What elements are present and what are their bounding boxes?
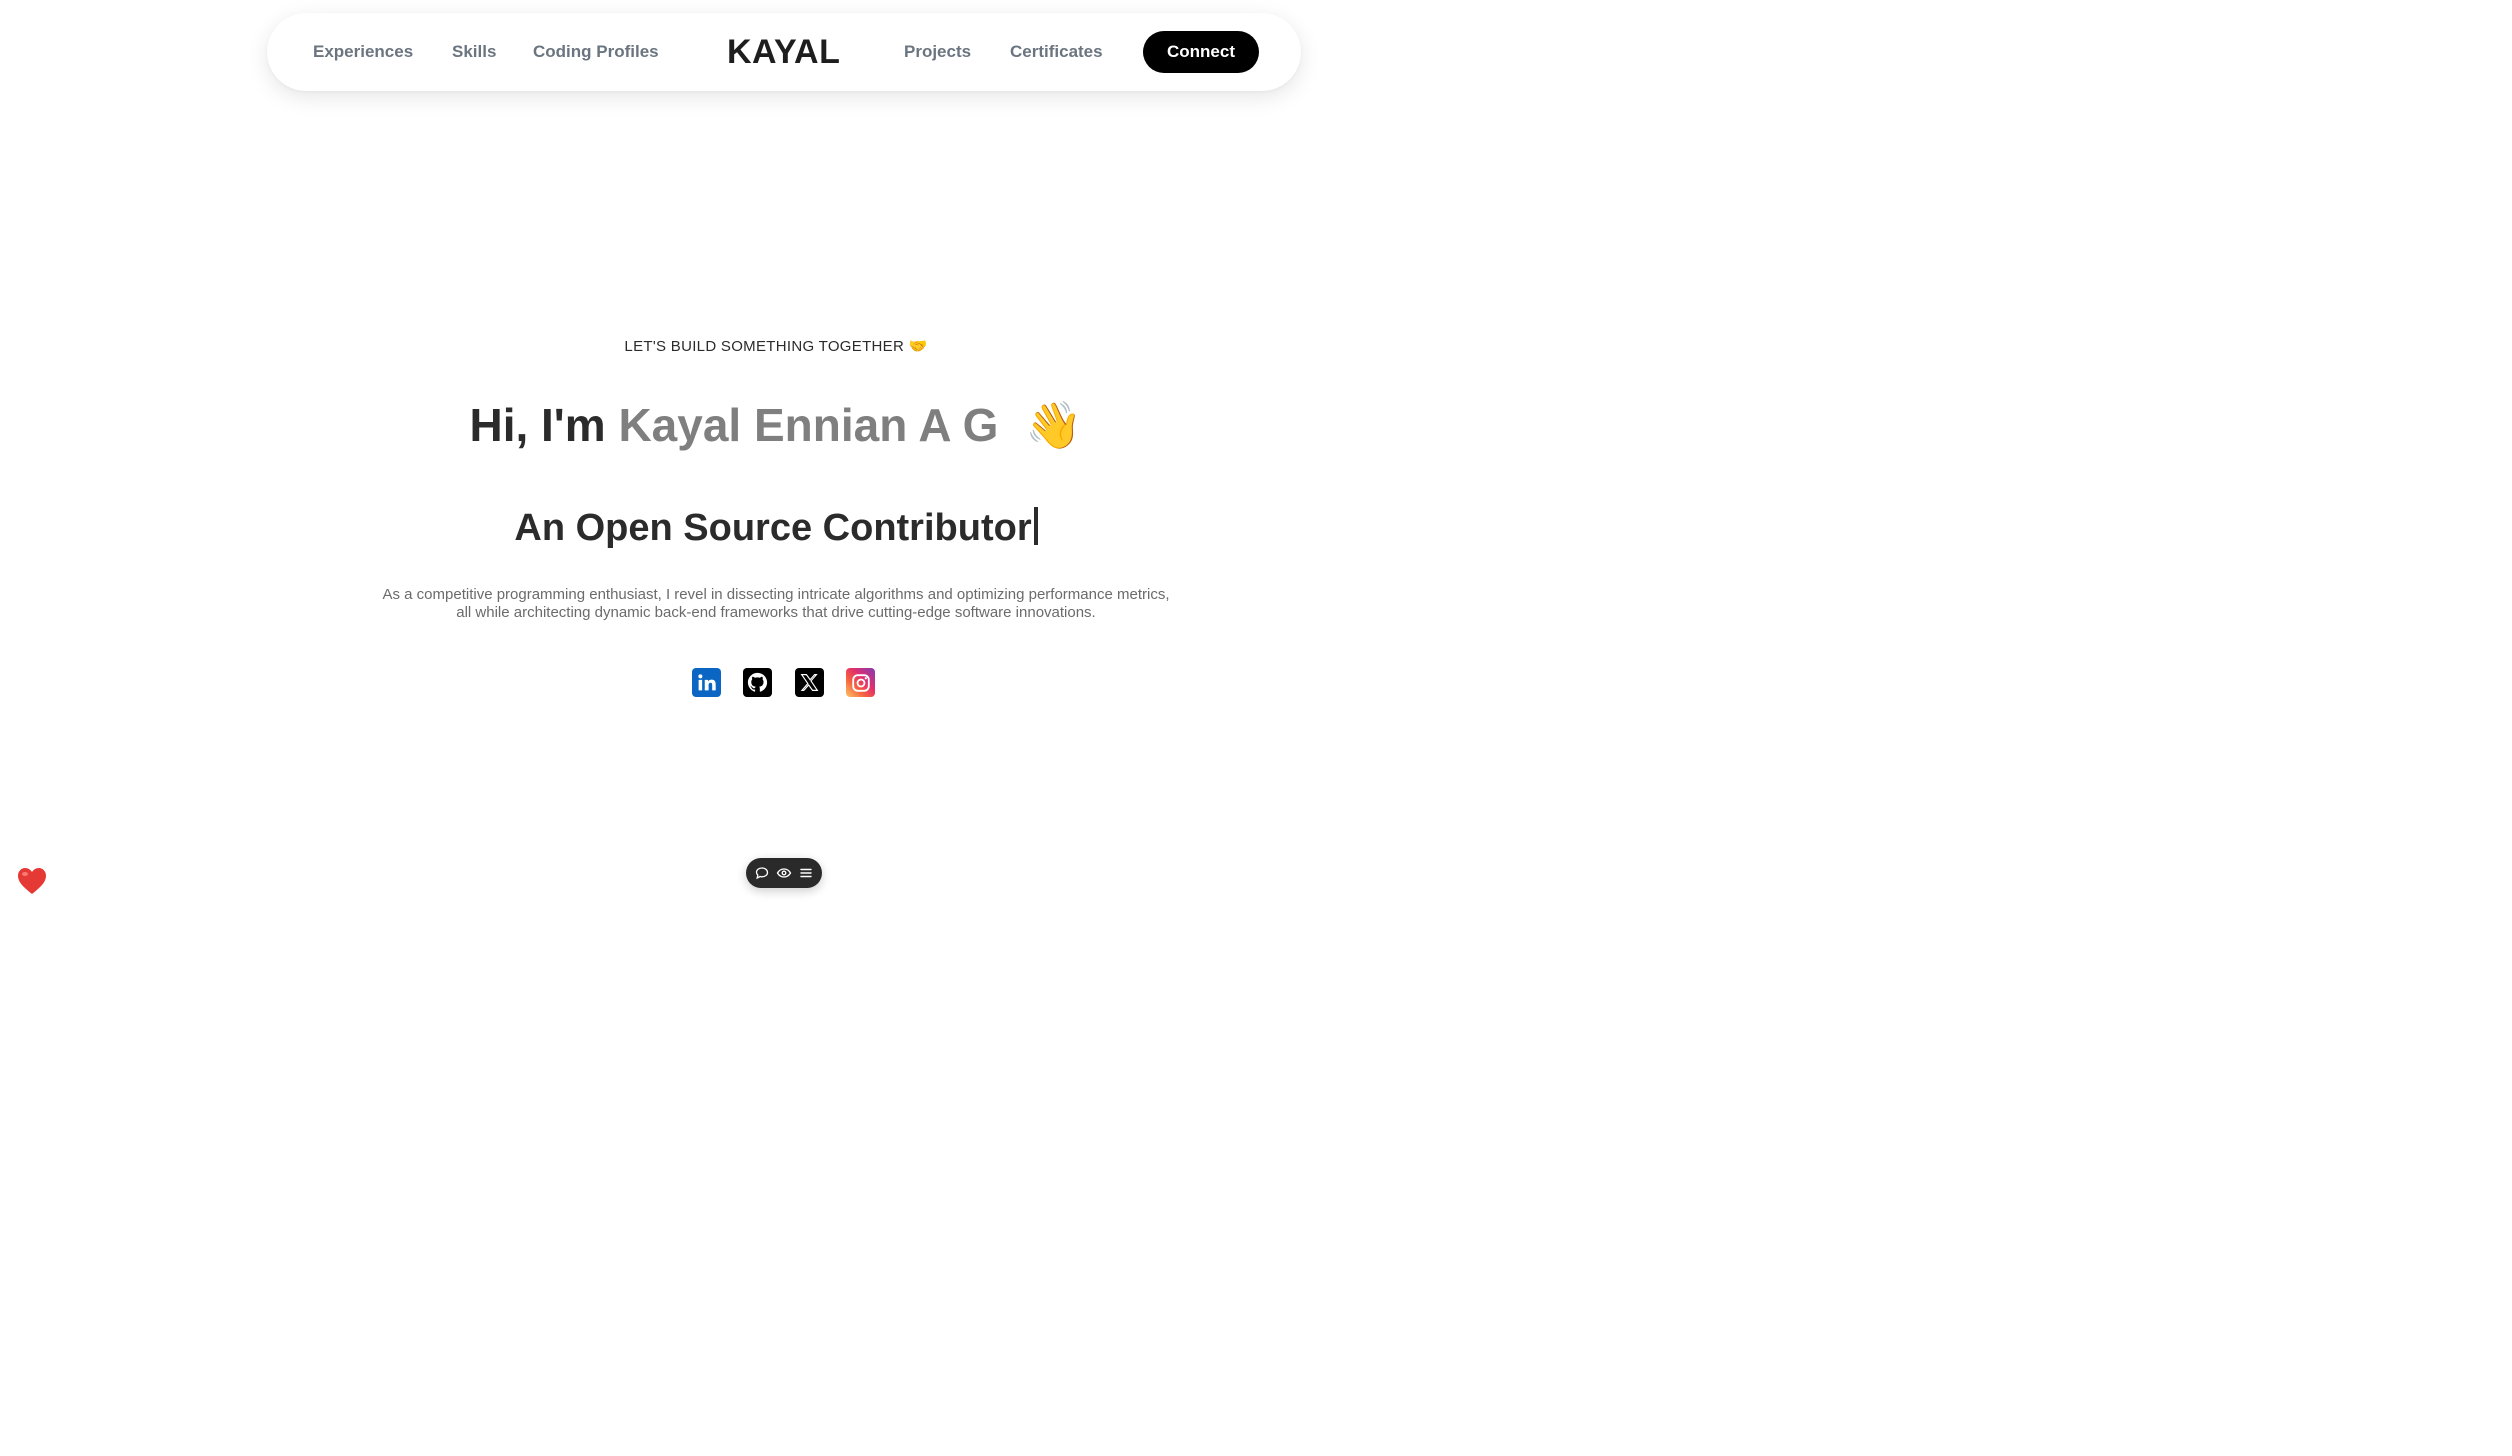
- tagline-text: LET'S BUILD SOMETHING TOGETHER: [624, 338, 905, 355]
- floating-toolbar: [746, 858, 822, 888]
- hero-bio: As a competitive programming enthusiast,…: [326, 586, 1226, 622]
- nav-link-experiences[interactable]: Experiences: [313, 41, 413, 63]
- handshake-icon: 🤝: [908, 337, 928, 355]
- nav-link-skills[interactable]: Skills: [452, 41, 496, 63]
- github-icon[interactable]: [743, 668, 772, 697]
- eye-icon[interactable]: [776, 865, 792, 881]
- menu-icon[interactable]: [798, 865, 814, 881]
- hero-tagline: LET'S BUILD SOMETHING TOGETHER 🤝: [0, 337, 1552, 355]
- instagram-icon[interactable]: [846, 668, 875, 697]
- bio-line-1: As a competitive programming enthusiast,…: [382, 586, 1170, 603]
- nav-link-certificates[interactable]: Certificates: [1010, 41, 1103, 63]
- hero-name: Kayal Ennian A G: [618, 399, 999, 451]
- navbar: Experiences Skills Coding Profiles KAYAL…: [267, 13, 1301, 91]
- waving-hand-icon: 👋: [1025, 398, 1083, 452]
- x-icon[interactable]: [795, 668, 824, 697]
- greeting-prefix: Hi, I'm: [469, 399, 606, 451]
- heart-icon[interactable]: [16, 866, 48, 896]
- hero-role: An Open Source Contributor: [0, 503, 1552, 553]
- brand-logo[interactable]: KAYAL: [727, 32, 840, 72]
- nav-link-projects[interactable]: Projects: [904, 41, 971, 63]
- typing-cursor: [1033, 507, 1038, 545]
- linkedin-icon[interactable]: [692, 668, 721, 697]
- bio-line-2: all while architecting dynamic back-end …: [456, 604, 1096, 621]
- comment-icon[interactable]: [754, 865, 770, 881]
- connect-button[interactable]: Connect: [1143, 31, 1259, 73]
- social-links: [692, 668, 882, 698]
- hero-greeting: Hi, I'm Kayal Ennian A G 👋: [0, 396, 1552, 454]
- role-text: An Open Source Contributor: [514, 507, 1032, 549]
- nav-link-coding-profiles[interactable]: Coding Profiles: [533, 41, 659, 63]
